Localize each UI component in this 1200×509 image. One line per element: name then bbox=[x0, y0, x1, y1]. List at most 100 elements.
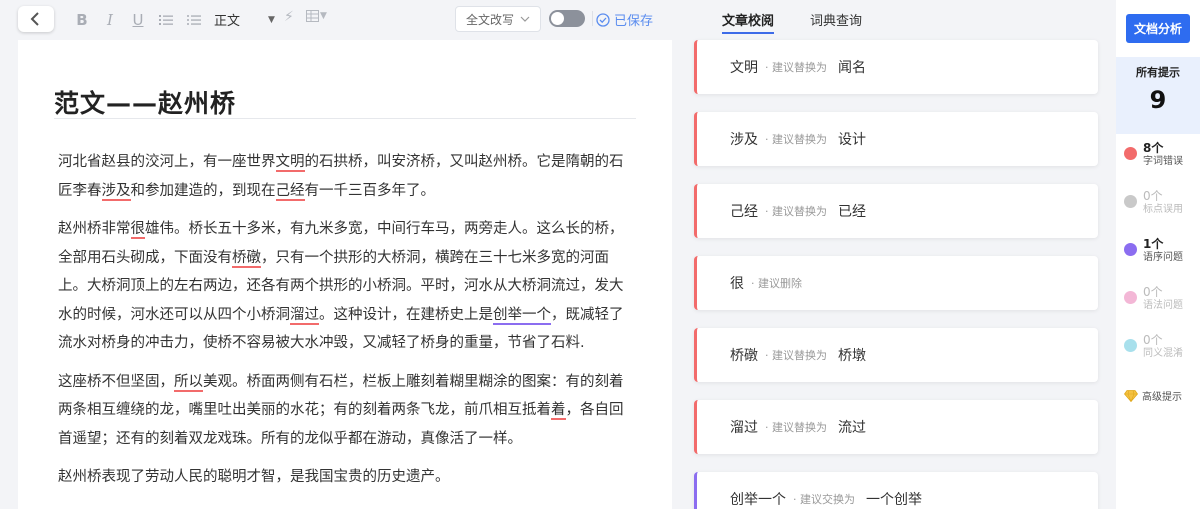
suggestion-card[interactable]: 己经 · 建议替换为 已经 bbox=[694, 184, 1098, 238]
category-count: 1个 bbox=[1143, 237, 1164, 251]
suggestion-original: 文明 bbox=[730, 60, 758, 76]
category-count: 0个 bbox=[1143, 333, 1163, 347]
suggestion-hint: · 建议替换为 bbox=[765, 61, 827, 74]
document-body[interactable]: 河北省赵县的洨河上，有一座世界文明的石拱桥，叫安济桥，又叫赵州桥。它是隋朝的石匠… bbox=[58, 148, 636, 502]
premium-hints-label: 高级提示 bbox=[1142, 392, 1182, 403]
underline-icon[interactable]: U bbox=[126, 9, 150, 31]
title-divider bbox=[54, 118, 636, 119]
hint-category[interactable]: 1个 语序问题 bbox=[1124, 237, 1200, 264]
text-run: 赵州桥表现了劳动人民的聪明才智，是我国宝贵的历史遗产。 bbox=[58, 469, 450, 485]
premium-hints-link[interactable]: 高级提示 bbox=[1124, 388, 1182, 403]
text-run: 和参加建造的，到现在 bbox=[130, 182, 276, 199]
paragraph-style-label: 正文 bbox=[214, 14, 241, 29]
bold-icon[interactable]: B bbox=[70, 9, 94, 31]
category-dot-icon bbox=[1124, 243, 1137, 256]
suggestion-card[interactable]: 桥礅 · 建议替换为 桥墩 bbox=[694, 328, 1098, 382]
suggestion-hint: · 建议交换为 bbox=[793, 493, 855, 506]
format-icons: B I U bbox=[70, 9, 206, 31]
caret-down-icon: ▼ bbox=[320, 11, 327, 21]
text-run: 这座桥不但坚固， bbox=[58, 373, 174, 390]
all-hints-summary[interactable]: 所有提示 9 bbox=[1116, 57, 1200, 134]
suggestion-replacement[interactable]: 一个创举 bbox=[866, 489, 922, 509]
paragraph[interactable]: 赵州桥表现了劳动人民的聪明才智，是我国宝贵的历史遗产。 bbox=[58, 463, 636, 492]
suggestion-replacement[interactable]: 桥墩 bbox=[838, 345, 866, 365]
category-label: 语法问题 bbox=[1143, 300, 1183, 311]
chevron-left-icon bbox=[30, 12, 39, 26]
italic-icon[interactable]: I bbox=[98, 9, 122, 31]
saved-label: 已保存 bbox=[614, 14, 654, 29]
editor-toolbar: B I U 正文 ▼ ⚡ ▼ 全文改写 已保存 bbox=[0, 0, 680, 38]
hint-category[interactable]: 8个 字词错误 bbox=[1124, 141, 1200, 168]
suggestion-replacement[interactable]: 流过 bbox=[838, 417, 866, 437]
toolbar-divider bbox=[592, 11, 593, 26]
flagged-word[interactable]: 桥礅 bbox=[232, 249, 261, 268]
tab-proofread[interactable]: 文章校阅 bbox=[722, 10, 775, 34]
paragraph[interactable]: 这座桥不但坚固，所以美观。桥面两侧有石栏，栏板上雕刻着糊里糊涂的图案：有的刻着两… bbox=[58, 368, 636, 454]
document-analysis-button[interactable]: 文档分析 bbox=[1126, 14, 1190, 43]
hint-category[interactable]: 0个 标点误用 bbox=[1124, 189, 1200, 216]
rewrite-toggle[interactable] bbox=[549, 10, 585, 27]
suggestion-hint: · 建议删除 bbox=[751, 277, 802, 290]
table-icon[interactable]: ▼ bbox=[306, 10, 327, 22]
suggestion-card[interactable]: 文明 · 建议替换为 闻名 bbox=[694, 40, 1098, 94]
suggestion-hint: · 建议替换为 bbox=[765, 421, 827, 434]
category-count: 0个 bbox=[1143, 285, 1163, 299]
full-rewrite-label: 全文改写 bbox=[465, 12, 514, 27]
right-sidebar: 文档分析 所有提示 9 8个 字词错误 0个 标点误用 1个 语序问题 0个 语法问题 0个 同义… bbox=[1116, 0, 1200, 509]
suggestion-hint: · 建议替换为 bbox=[765, 133, 827, 146]
full-rewrite-button[interactable]: 全文改写 bbox=[455, 6, 541, 32]
text-run: 。这种设计，在建桥史上是 bbox=[319, 306, 493, 323]
category-dot-icon bbox=[1124, 147, 1137, 160]
saved-status: 已保存 bbox=[596, 10, 653, 29]
flagged-word[interactable]: 己经 bbox=[275, 182, 305, 201]
suggestion-replacement[interactable]: 已经 bbox=[838, 201, 866, 221]
category-label: 字词错误 bbox=[1143, 156, 1183, 167]
suggestion-replacement[interactable]: 设计 bbox=[838, 129, 866, 149]
suggestion-card[interactable]: 创举一个 · 建议交换为 一个创举 bbox=[694, 472, 1098, 509]
text-run: 赵州桥非常 bbox=[58, 221, 131, 237]
ordered-list-icon[interactable] bbox=[154, 9, 178, 31]
document-page[interactable]: 范文——赵州桥 河北省赵县的洨河上，有一座世界文明的石拱桥，叫安济桥，又叫赵州桥… bbox=[18, 40, 672, 509]
chevron-down-icon bbox=[520, 16, 530, 22]
paragraph-style-select[interactable]: 正文 ▼ bbox=[214, 10, 275, 29]
back-button[interactable] bbox=[18, 6, 54, 32]
suggestion-hint: · 建议替换为 bbox=[765, 349, 827, 362]
category-label: 语序问题 bbox=[1143, 252, 1183, 263]
suggestion-card[interactable]: 溜过 · 建议替换为 流过 bbox=[694, 400, 1098, 454]
flagged-word[interactable]: 所以 bbox=[174, 373, 203, 392]
text-run: 河北省赵县的洨河上，有一座世界 bbox=[58, 154, 276, 170]
suggestion-original: 桥礅 bbox=[730, 348, 758, 364]
paragraph[interactable]: 河北省赵县的洨河上，有一座世界文明的石拱桥，叫安济桥，又叫赵州桥。它是隋朝的石匠… bbox=[58, 148, 636, 205]
flagged-word[interactable]: 溜过 bbox=[290, 306, 319, 325]
flagged-word[interactable]: 着 bbox=[551, 402, 566, 420]
hint-category[interactable]: 0个 同义混淆 bbox=[1124, 333, 1200, 360]
suggestion-original: 涉及 bbox=[730, 132, 758, 148]
toggle-knob bbox=[551, 12, 564, 25]
paragraph[interactable]: 赵州桥非常很雄伟。桥长五十多米，有九米多宽，中间行车马，两旁走人。这么长的桥，全… bbox=[58, 215, 636, 358]
all-hints-count: 9 bbox=[1149, 86, 1167, 114]
caret-down-icon: ▼ bbox=[268, 14, 275, 25]
category-dot-icon bbox=[1124, 195, 1137, 208]
category-count: 8个 bbox=[1143, 141, 1164, 155]
flagged-word[interactable]: 涉及 bbox=[101, 182, 131, 201]
category-dot-icon bbox=[1124, 291, 1137, 304]
lightning-icon[interactable]: ⚡ bbox=[284, 9, 294, 25]
flagged-word[interactable]: 很 bbox=[130, 221, 145, 239]
suggestion-card[interactable]: 涉及 · 建议替换为 设计 bbox=[694, 112, 1098, 166]
suggestion-card[interactable]: 很 · 建议删除 bbox=[694, 256, 1098, 310]
tab-dictionary[interactable]: 词典查询 bbox=[810, 10, 862, 34]
document-title[interactable]: 范文——赵州桥 bbox=[54, 84, 236, 120]
suggestion-original: 很 bbox=[730, 276, 744, 292]
suggestion-replacement[interactable]: 闻名 bbox=[838, 57, 866, 77]
hint-category[interactable]: 0个 语法问题 bbox=[1124, 285, 1200, 312]
suggestion-original: 溜过 bbox=[730, 420, 758, 436]
suggestion-original: 创举一个 bbox=[730, 492, 786, 508]
flagged-word[interactable]: 文明 bbox=[275, 154, 305, 172]
bullet-list-icon[interactable] bbox=[182, 9, 206, 31]
diamond-icon bbox=[1124, 389, 1138, 402]
flagged-word-order[interactable]: 创举一个 bbox=[493, 306, 551, 325]
category-count: 0个 bbox=[1143, 189, 1163, 203]
check-circle-icon bbox=[596, 12, 610, 27]
suggestion-hint: · 建议替换为 bbox=[765, 205, 827, 218]
all-hints-label: 所有提示 bbox=[1136, 66, 1180, 79]
